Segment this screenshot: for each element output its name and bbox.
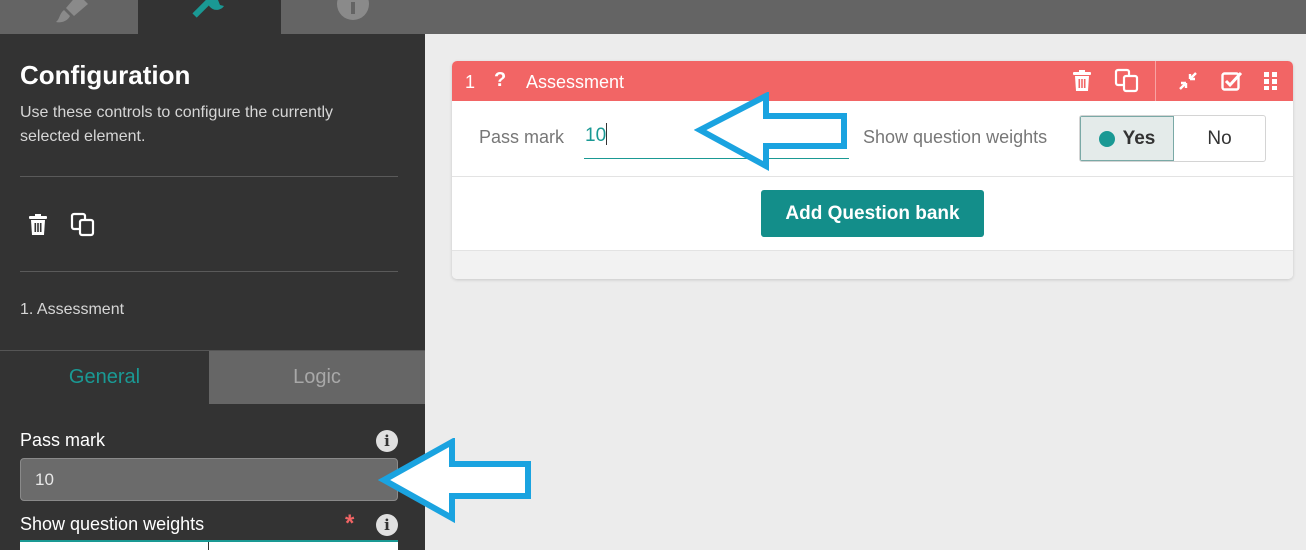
divider xyxy=(20,176,398,177)
card-actions-row: Add Question bank xyxy=(452,178,1293,251)
required-icon: * xyxy=(345,510,355,537)
top-tab-strip xyxy=(0,0,1306,34)
paintbrush-icon xyxy=(55,0,88,23)
tab-logic[interactable]: Logic xyxy=(209,351,425,404)
annotation-arrow-icon xyxy=(694,92,847,172)
configuration-panel: Configuration Use these controls to conf… xyxy=(0,34,425,550)
panel-title: Configuration xyxy=(20,60,191,90)
text-cursor xyxy=(606,123,608,145)
breadcrumb: 1. Assessment xyxy=(20,301,125,318)
assessment-card: 1 ? Assessment Pass mark 10 Show questio… xyxy=(452,61,1293,279)
show-weights-toggle: Yes No xyxy=(1079,115,1266,162)
wrench-icon xyxy=(191,0,224,18)
copy-icon[interactable] xyxy=(70,212,96,238)
question-icon: ? xyxy=(494,69,507,91)
show-question-weights-label: Show question weights xyxy=(863,127,1048,147)
add-question-bank-button[interactable]: Add Question bank xyxy=(761,190,984,237)
drag-grid-icon[interactable] xyxy=(1264,72,1278,90)
no-option[interactable]: No xyxy=(1174,116,1265,161)
info-icon xyxy=(337,0,369,20)
check-square-icon[interactable] xyxy=(1221,70,1243,92)
tab-configuration[interactable] xyxy=(138,0,281,34)
show-weights-toggle[interactable] xyxy=(20,540,398,550)
divider xyxy=(1155,61,1156,101)
card-footer xyxy=(452,251,1293,279)
pass-mark-input[interactable]: 10 xyxy=(20,458,398,501)
collapse-icon[interactable] xyxy=(1178,71,1198,91)
trash-icon[interactable] xyxy=(1072,70,1092,92)
selected-dot-icon xyxy=(1098,130,1115,147)
panel-actions xyxy=(28,212,96,238)
copy-icon[interactable] xyxy=(1114,68,1140,94)
tab-appearance[interactable] xyxy=(0,0,143,34)
card-header[interactable]: 1 ? Assessment xyxy=(452,61,1293,101)
card-settings-row: Pass mark 10 Show question weights Yes N… xyxy=(452,101,1293,177)
pass-mark-label: Pass mark xyxy=(479,127,565,147)
yes-label: Yes xyxy=(1122,127,1156,149)
panel-subtabs: General Logic xyxy=(0,351,425,404)
tab-info[interactable] xyxy=(281,0,425,34)
panel-description: Use these controls to configure the curr… xyxy=(20,104,334,145)
card-title: Assessment xyxy=(526,72,625,92)
annotation-arrow-icon xyxy=(378,438,531,524)
pass-mark-label: Pass mark xyxy=(20,430,106,450)
show-question-weights-label: Show question weights xyxy=(20,514,205,534)
tab-general[interactable]: General xyxy=(0,351,209,404)
trash-icon[interactable] xyxy=(28,214,48,236)
divider xyxy=(20,271,398,272)
element-number: 1 xyxy=(465,72,476,92)
yes-option[interactable]: Yes xyxy=(1080,116,1174,161)
pass-mark-value: 10 xyxy=(585,125,607,146)
